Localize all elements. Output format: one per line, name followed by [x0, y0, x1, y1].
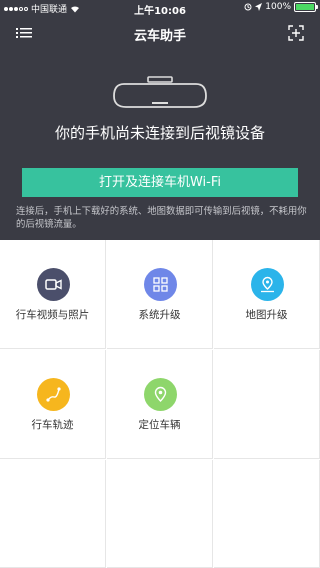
connection-status-text: 你的手机尚未连接到后视镜设备 — [54, 124, 265, 142]
alarm-icon — [244, 3, 252, 11]
grid-item-label: 行车轨迹 — [31, 419, 74, 431]
grid-item-system-upgrade[interactable]: 系统升级 — [107, 240, 213, 349]
battery-percent: 100% — [265, 2, 291, 12]
location-arrow-icon — [255, 3, 263, 11]
grid-item-label: 地图升级 — [245, 309, 288, 321]
grid-item-driving-video[interactable]: 行车视频与照片 — [0, 240, 106, 349]
rearview-mirror-icon — [113, 76, 207, 108]
grid-empty-cell — [0, 460, 106, 568]
header-area: 中国联通 上午10:06 100% 云车助手 你的手机尚未连接到后视镜设备 打开… — [0, 0, 320, 240]
grid-empty-cell — [214, 350, 320, 459]
page-title: 云车助手 — [133, 29, 186, 44]
grid-item-locate-vehicle[interactable]: 定位车辆 — [107, 350, 213, 459]
location-icon — [144, 378, 177, 411]
battery-icon — [294, 2, 318, 12]
navbar: 云车助手 — [0, 18, 320, 48]
connection-description: 连接后，手机上下载好的系统、地图数据即可传输到后视镜，不耗用你的后视镜流量。 — [16, 206, 307, 230]
route-icon — [37, 378, 70, 411]
grid-empty-cell — [107, 460, 213, 568]
grid-item-driving-track[interactable]: 行车轨迹 — [0, 350, 106, 459]
grid-item-label: 定位车辆 — [138, 419, 181, 431]
feature-grid: 行车视频与照片 系统升级 地图升级 行车轨迹 定位车辆 — [0, 240, 320, 568]
grid-empty-cell — [214, 460, 320, 568]
status-bar: 中国联通 上午10:06 100% — [0, 0, 320, 17]
grid-item-label: 系统升级 — [138, 309, 181, 321]
scan-icon[interactable] — [288, 25, 304, 41]
map-pin-icon — [251, 268, 284, 301]
grid-item-map-upgrade[interactable]: 地图升级 — [214, 240, 320, 349]
camera-video-icon — [37, 268, 70, 301]
grid-apps-icon — [144, 268, 177, 301]
connect-wifi-button[interactable]: 打开及连接车机Wi-Fi — [22, 168, 298, 197]
grid-item-label: 行车视频与照片 — [15, 309, 90, 321]
